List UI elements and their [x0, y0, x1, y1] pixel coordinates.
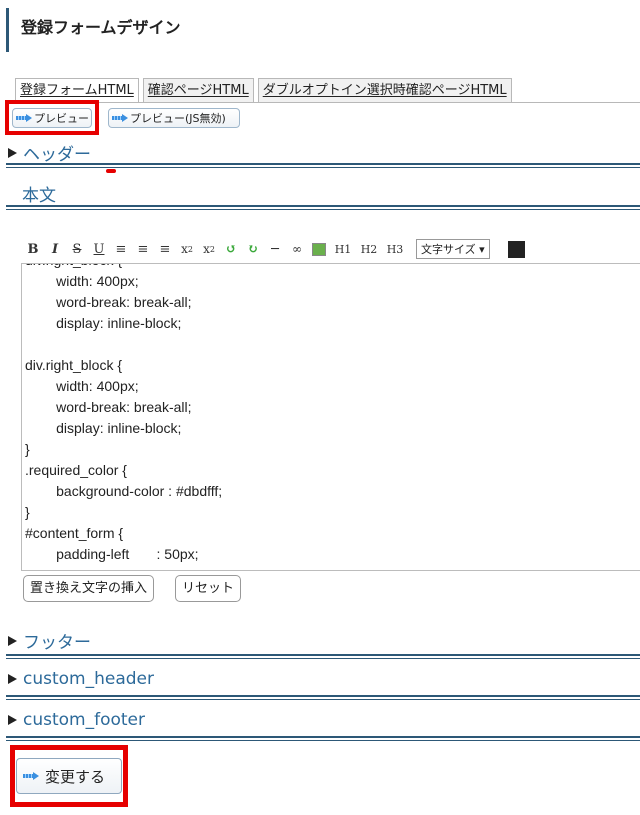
editor-toolbar: B I S U ≡ ≡ ≡ x2 x2 ↺ ↻ ─ ∞ H1 H2 H3 文字サ… [22, 238, 525, 260]
submit-change-button[interactable]: 変更する [16, 758, 122, 794]
triangle-right-icon [8, 715, 17, 725]
section-footer-toggle[interactable]: フッター [8, 628, 91, 653]
strikethrough-button[interactable]: S [66, 239, 88, 259]
section-custom-header-label: custom_header [23, 669, 154, 689]
redo-icon[interactable]: ↻ [242, 239, 264, 259]
divider [6, 695, 640, 700]
divider [6, 736, 640, 741]
html-editor[interactable]: div.right_block { width: 400px; word-bre… [21, 263, 640, 571]
triangle-right-icon [8, 147, 17, 158]
link-icon[interactable]: ∞ [286, 239, 308, 259]
preview-nojs-button-label: プレビュー(JS無効) [130, 112, 226, 125]
tab-form-html[interactable]: 登録フォームHTML [15, 78, 139, 102]
section-custom-header-toggle[interactable]: custom_header [8, 669, 154, 689]
section-custom-footer-toggle[interactable]: custom_footer [8, 710, 145, 730]
horizontal-rule-icon[interactable]: ─ [264, 239, 286, 259]
tab-confirm-html[interactable]: 確認ページHTML [142, 78, 254, 102]
h1-button[interactable]: H1 [330, 239, 356, 259]
arrow-right-icon [23, 772, 39, 780]
section-custom-footer-label: custom_footer [23, 710, 146, 730]
editor-code[interactable]: div.right_block { width: 400px; word-bre… [25, 264, 222, 570]
font-size-select[interactable]: 文字サイズ ▾ [416, 239, 490, 259]
arrow-right-icon [112, 114, 128, 122]
triangle-right-icon [8, 635, 17, 646]
divider [6, 654, 640, 659]
preview-button-label: プレビュー [34, 112, 89, 125]
section-footer-label: フッター [23, 633, 91, 653]
section-header-label: ヘッダー [23, 145, 91, 165]
submit-change-label: 変更する [45, 767, 106, 786]
subscript-icon[interactable]: x2 [176, 239, 198, 259]
section-header-toggle[interactable]: ヘッダー [8, 140, 91, 165]
align-left-icon[interactable]: ≡ [110, 239, 132, 259]
italic-button[interactable]: I [44, 239, 66, 259]
h2-button[interactable]: H2 [356, 239, 382, 259]
triangle-right-icon [8, 674, 17, 684]
align-center-icon[interactable]: ≡ [132, 239, 154, 259]
underline-button[interactable]: U [88, 239, 110, 259]
arrow-right-icon [16, 114, 32, 122]
page-title: 登録フォームデザイン [6, 8, 206, 52]
tab-divider [15, 102, 640, 103]
divider [6, 163, 640, 168]
preview-button[interactable]: プレビュー [12, 108, 92, 128]
superscript-icon[interactable]: x2 [198, 239, 220, 259]
red-mark [106, 169, 116, 173]
text-color-swatch[interactable] [507, 240, 525, 258]
align-right-icon[interactable]: ≡ [154, 239, 176, 259]
image-icon[interactable] [308, 239, 330, 259]
reset-button[interactable]: リセット [175, 575, 242, 602]
insert-replacement-button[interactable]: 置き換え文字の挿入 [23, 575, 155, 602]
bold-button[interactable]: B [22, 239, 44, 259]
h3-button[interactable]: H3 [382, 239, 408, 259]
undo-icon[interactable]: ↺ [220, 239, 242, 259]
divider [6, 205, 640, 210]
tab-bar: 登録フォームHTML 確認ページHTML ダブルオプトイン選択時確認ページHTM… [15, 78, 512, 102]
section-body-label[interactable]: 本文 [22, 181, 56, 206]
tab-double-optin-html[interactable]: ダブルオプトイン選択時確認ページHTML [257, 78, 512, 102]
preview-nojs-button[interactable]: プレビュー(JS無効) [108, 108, 240, 128]
